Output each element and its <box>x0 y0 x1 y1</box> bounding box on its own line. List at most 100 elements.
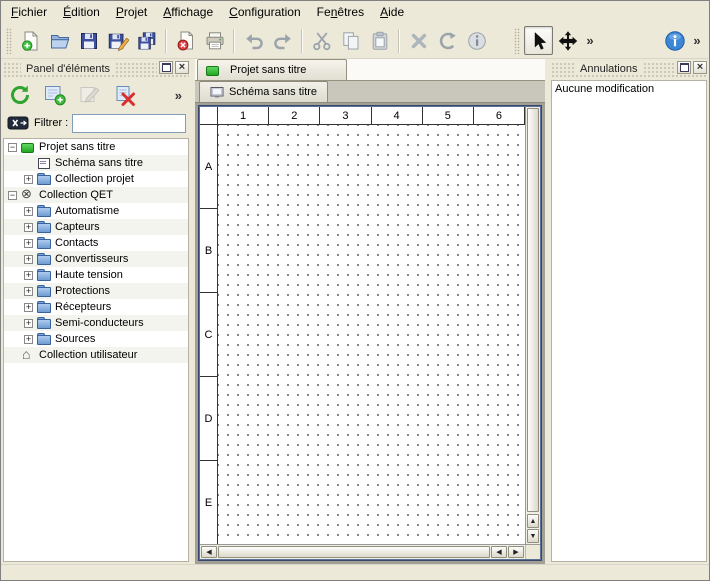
tree-item[interactable]: Contacts <box>4 235 188 251</box>
tree-item[interactable]: Collection utilisateur <box>4 347 188 363</box>
select-tool-button[interactable] <box>524 26 553 55</box>
menu-item[interactable]: Aide <box>372 2 412 23</box>
undo-history-list[interactable]: Aucune modification <box>551 80 707 562</box>
tree-item-label: Automatisme <box>55 205 119 217</box>
move-tool-button[interactable] <box>553 26 582 55</box>
expand-toggle[interactable] <box>24 287 33 296</box>
reload-collections-button[interactable] <box>7 82 33 108</box>
expand-toggle[interactable] <box>8 191 17 200</box>
horizontal-scrollbar[interactable] <box>200 545 525 559</box>
menu-item[interactable]: Projet <box>108 2 155 23</box>
tree-item[interactable]: Capteurs <box>4 219 188 235</box>
expand-toggle[interactable] <box>24 303 33 312</box>
save-as-button[interactable] <box>103 26 132 55</box>
redo-button[interactable] <box>268 26 297 55</box>
cut-button[interactable] <box>307 26 336 55</box>
about-button[interactable] <box>660 26 689 55</box>
menu-item[interactable]: Édition <box>55 2 108 23</box>
close-panel-button[interactable] <box>175 61 189 74</box>
project-tab-label: Projet sans titre <box>230 64 306 76</box>
diagram-view[interactable]: 123456 ABCDE <box>200 107 525 544</box>
tree-item[interactable]: Collection projet <box>4 171 188 187</box>
vertical-scrollbar[interactable] <box>525 107 540 544</box>
tree-item[interactable]: Schéma sans titre <box>4 155 188 171</box>
scroll-right-button[interactable] <box>508 546 524 558</box>
paste-button[interactable] <box>365 26 394 55</box>
tree-item[interactable]: Convertisseurs <box>4 251 188 267</box>
column-header: 6 <box>474 107 525 124</box>
clear-filter-button[interactable] <box>6 114 30 132</box>
close-file-button[interactable] <box>171 26 200 55</box>
elements-panel-titlebar[interactable]: Panel d'éléments <box>3 61 189 77</box>
scroll-down-button[interactable] <box>527 529 539 543</box>
new-document-button[interactable] <box>16 26 45 55</box>
tab-schema[interactable]: Schéma sans titre <box>199 81 328 102</box>
scroll-left-button[interactable] <box>201 546 217 558</box>
expand-toggle[interactable] <box>8 143 17 152</box>
rotate-button[interactable] <box>433 26 462 55</box>
close-panel-button[interactable] <box>693 61 707 74</box>
rotate-icon <box>437 30 459 52</box>
save-all-button[interactable] <box>132 26 161 55</box>
tree-item[interactable]: Projet sans titre <box>4 139 188 155</box>
tree-item-icon <box>37 301 51 313</box>
expand-toggle[interactable] <box>8 351 17 360</box>
tree-item[interactable]: Sources <box>4 331 188 347</box>
undo-icon <box>243 30 265 52</box>
diagram-canvas[interactable] <box>218 125 525 544</box>
tree-item[interactable]: Haute tension <box>4 267 188 283</box>
tree-item[interactable]: Semi-conducteurs <box>4 315 188 331</box>
new-element-button[interactable] <box>42 82 68 108</box>
open-project-icon <box>49 30 71 52</box>
copy-button[interactable] <box>336 26 365 55</box>
expand-toggle[interactable] <box>24 223 33 232</box>
expand-toggle[interactable] <box>24 319 33 328</box>
expand-toggle[interactable] <box>24 207 33 216</box>
column-header: 4 <box>372 107 423 124</box>
expand-toggle[interactable] <box>24 175 33 184</box>
menu-item[interactable]: Fenêtres <box>309 2 372 23</box>
save-button[interactable] <box>74 26 103 55</box>
tree-item-label: Projet sans titre <box>39 141 115 153</box>
menu-item[interactable]: Affichage <box>155 2 221 23</box>
menu-item[interactable]: Configuration <box>221 2 309 23</box>
vertical-scrollbar-thumb[interactable] <box>527 108 539 512</box>
undo-button[interactable] <box>239 26 268 55</box>
expand-toggle[interactable] <box>24 271 33 280</box>
delete-icon <box>408 30 430 52</box>
info-button[interactable] <box>462 26 491 55</box>
panel-toolbar-overflow-button[interactable]: » <box>172 88 185 103</box>
tab-project[interactable]: Projet sans titre <box>197 59 347 80</box>
toolbar-overflow-button[interactable]: » <box>582 28 598 54</box>
edit-element-button[interactable] <box>77 82 103 108</box>
undo-panel-titlebar[interactable]: Annulations <box>551 61 707 77</box>
expand-toggle[interactable] <box>24 255 33 264</box>
float-panel-button[interactable] <box>159 61 173 74</box>
scroll-up-button[interactable] <box>527 514 539 528</box>
tree-item[interactable]: Automatisme <box>4 203 188 219</box>
tree-item-label: Convertisseurs <box>55 253 128 265</box>
expand-toggle[interactable] <box>24 159 33 168</box>
expand-toggle[interactable] <box>24 335 33 344</box>
tree-item-icon <box>37 269 51 281</box>
toolbar-grip[interactable] <box>514 28 520 54</box>
menu-item[interactable]: Fichier <box>3 2 55 23</box>
toolbar-overflow-button[interactable]: » <box>689 28 705 54</box>
expand-toggle[interactable] <box>24 239 33 248</box>
undo-panel: Annulations Aucune modification <box>549 59 709 564</box>
print-button[interactable] <box>200 26 229 55</box>
horizontal-scrollbar-thumb[interactable] <box>218 546 490 558</box>
filter-input[interactable] <box>72 114 186 133</box>
delete-element-button[interactable] <box>112 82 138 108</box>
scroll-left-button-end[interactable] <box>491 546 507 558</box>
delete-button[interactable] <box>404 26 433 55</box>
info-icon <box>466 30 488 52</box>
float-panel-button[interactable] <box>677 61 691 74</box>
tree-item[interactable]: Récepteurs <box>4 299 188 315</box>
workspace: Projet sans titre Schéma sans titre <box>195 59 545 564</box>
open-project-button[interactable] <box>45 26 74 55</box>
tree-item[interactable]: Collection QET <box>4 187 188 203</box>
schema-tabbar: Schéma sans titre <box>195 81 545 103</box>
toolbar-grip[interactable] <box>6 28 12 54</box>
tree-item[interactable]: Protections <box>4 283 188 299</box>
